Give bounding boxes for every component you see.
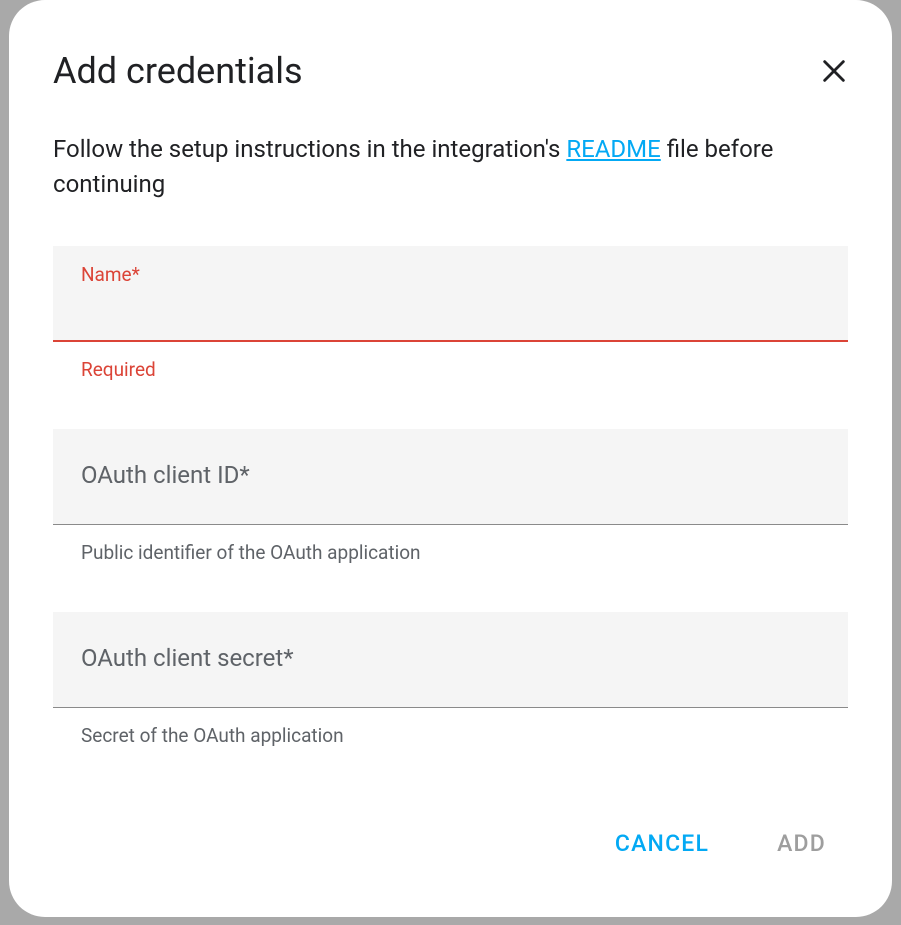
oauth-client-id-label: OAuth client ID*	[81, 461, 820, 490]
close-icon[interactable]	[820, 57, 848, 85]
cancel-button[interactable]: CANCEL	[605, 822, 719, 865]
dialog-header: Add credentials	[53, 50, 848, 92]
dialog-actions: CANCEL ADD	[53, 822, 848, 877]
name-label: Name*	[81, 264, 820, 287]
oauth-client-id-input[interactable]: OAuth client ID*	[53, 429, 848, 525]
oauth-client-id-helper: Public identifier of the OAuth applicati…	[53, 541, 848, 564]
oauth-client-secret-field: OAuth client secret* Secret of the OAuth…	[53, 612, 848, 747]
oauth-client-secret-label: OAuth client secret*	[81, 644, 820, 673]
instructions-prefix: Follow the setup instructions in the int…	[53, 135, 566, 163]
add-credentials-dialog: Add credentials Follow the setup instruc…	[9, 0, 892, 917]
oauth-client-secret-input[interactable]: OAuth client secret*	[53, 612, 848, 708]
oauth-client-id-field: OAuth client ID* Public identifier of th…	[53, 429, 848, 564]
name-field: Name* Required	[53, 246, 848, 381]
setup-instructions: Follow the setup instructions in the int…	[53, 132, 848, 202]
dialog-title: Add credentials	[53, 50, 303, 92]
readme-link[interactable]: README	[566, 135, 660, 163]
oauth-client-secret-helper: Secret of the OAuth application	[53, 724, 848, 747]
add-button[interactable]: ADD	[767, 822, 836, 865]
name-error-text: Required	[53, 358, 848, 381]
name-input[interactable]: Name*	[53, 246, 848, 342]
